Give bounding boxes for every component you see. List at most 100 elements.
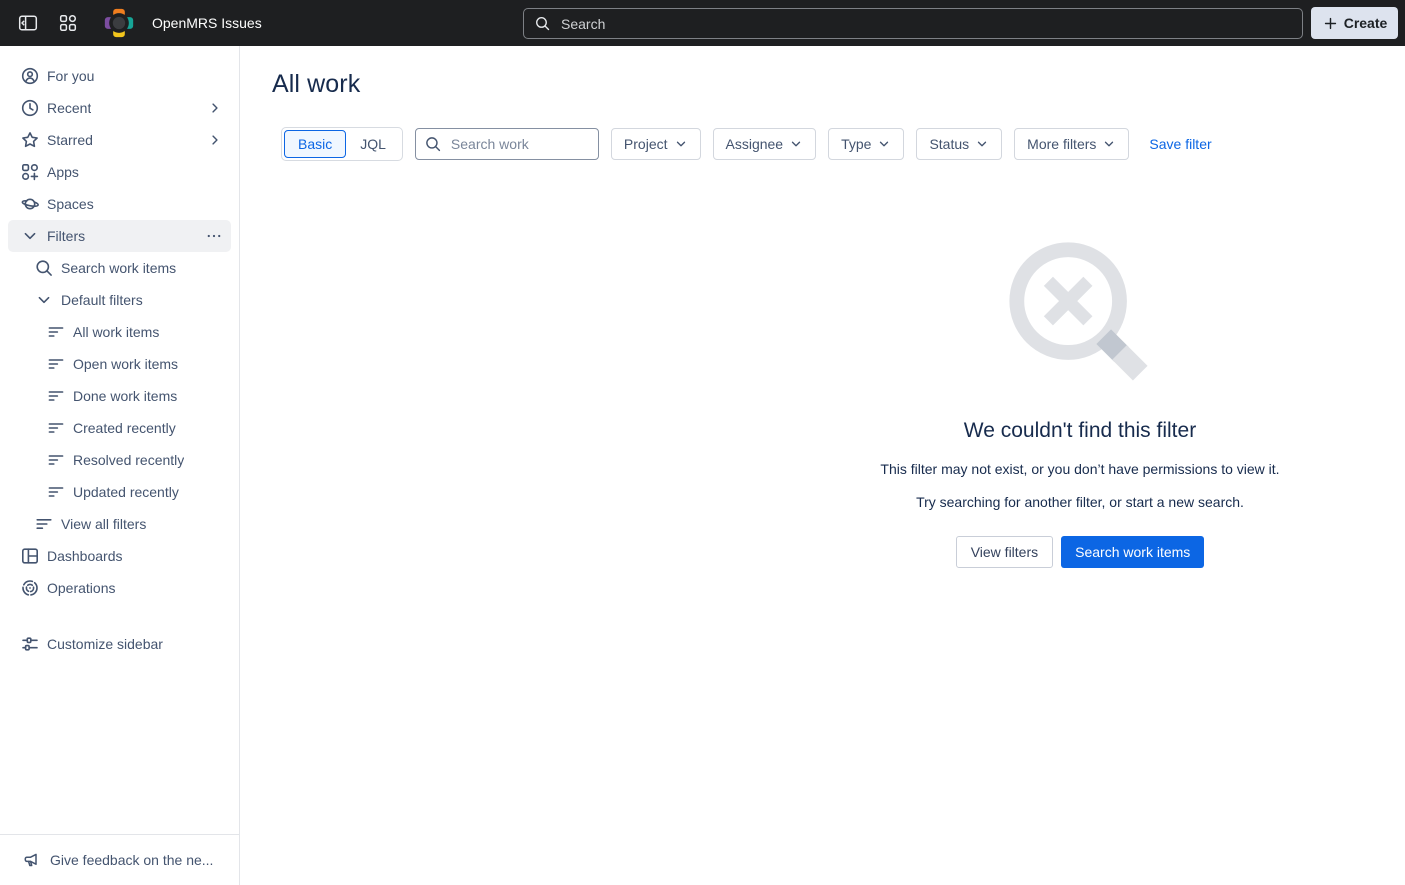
sidebar-item-label: Updated recently: [73, 484, 179, 500]
sidebar-item-label: All work items: [73, 324, 159, 340]
assignee-dropdown[interactable]: Assignee: [713, 128, 817, 160]
filter-icon: [46, 450, 66, 470]
search-icon: [424, 135, 442, 153]
dropdown-label: Status: [929, 136, 969, 152]
page-title: All work: [272, 70, 360, 99]
global-search-input[interactable]: [559, 15, 1292, 33]
sidebar: For you Recent Starred Apps Spaces Filters Sea…: [0, 46, 240, 885]
sidebar-item-default-filters[interactable]: Default filters: [8, 284, 231, 316]
collapse-sidebar-icon[interactable]: [12, 7, 44, 39]
sidebar-item-apps[interactable]: Apps: [8, 156, 231, 188]
sidebar-item-recent[interactable]: Recent: [8, 92, 231, 124]
search-icon: [534, 15, 551, 32]
filter-icon: [46, 386, 66, 406]
sidebar-item-filters[interactable]: Filters: [8, 220, 231, 252]
sidebar-item-label: Starred: [47, 132, 93, 148]
sidebar-item-label: Done work items: [73, 388, 177, 404]
sidebar-item-resolved-recently[interactable]: Resolved recently: [8, 444, 231, 476]
global-search-box[interactable]: [523, 8, 1303, 39]
more-filters-dropdown[interactable]: More filters: [1014, 128, 1129, 160]
clock-icon: [20, 98, 40, 118]
empty-state: We couldn't find this filter This filter…: [753, 230, 1405, 568]
sidebar-item-label: View all filters: [61, 516, 146, 532]
sidebar-item-all-work-items[interactable]: All work items: [8, 316, 231, 348]
filter-dropdown-group: Project Assignee Type Status More filters: [611, 128, 1129, 160]
chevron-right-icon: [207, 132, 231, 148]
search-mode-toggle: Basic JQL: [281, 127, 403, 161]
project-dropdown[interactable]: Project: [611, 128, 701, 160]
chevron-down-icon: [877, 137, 891, 151]
sidebar-item-spaces[interactable]: Spaces: [8, 188, 231, 220]
apps-icon: [20, 162, 40, 182]
search-not-found-icon: [1001, 230, 1159, 388]
meatballs-icon[interactable]: [205, 227, 231, 245]
save-filter-link[interactable]: Save filter: [1145, 136, 1215, 152]
dropdown-label: More filters: [1027, 136, 1096, 152]
sidebar-item-label: Customize sidebar: [47, 636, 163, 652]
person-icon: [20, 66, 40, 86]
empty-state-title: We couldn't find this filter: [753, 419, 1405, 443]
sliders-icon: [20, 634, 40, 654]
sidebar-item-label: Resolved recently: [73, 452, 184, 468]
openmrs-logo-icon[interactable]: [104, 8, 134, 38]
sidebar-item-done-work-items[interactable]: Done work items: [8, 380, 231, 412]
sidebar-item-label: Dashboards: [47, 548, 123, 564]
work-search-box[interactable]: [415, 128, 599, 160]
chevron-down-icon: [674, 137, 688, 151]
sidebar-item-label: Recent: [47, 100, 91, 116]
sidebar-item-operations[interactable]: Operations: [8, 572, 231, 604]
sidebar-item-customize-sidebar[interactable]: Customize sidebar: [8, 628, 231, 660]
sidebar-item-label: Spaces: [47, 196, 94, 212]
tab-jql[interactable]: JQL: [346, 130, 400, 158]
chevron-down-icon: [20, 226, 40, 246]
give-feedback-label: Give feedback on the ne...: [50, 852, 213, 868]
sidebar-item-for-you[interactable]: For you: [8, 60, 231, 92]
filter-icon: [46, 418, 66, 438]
sidebar-item-label: Created recently: [73, 420, 176, 436]
dashboards-icon: [20, 546, 40, 566]
sidebar-item-label: For you: [47, 68, 94, 84]
filter-icon: [46, 322, 66, 342]
sidebar-item-label: Open work items: [73, 356, 178, 372]
filter-lines-icon: [34, 514, 54, 534]
sidebar-item-starred[interactable]: Starred: [8, 124, 231, 156]
empty-state-line1: This filter may not exist, or you don’t …: [753, 461, 1405, 477]
give-feedback-button[interactable]: Give feedback on the ne...: [0, 834, 239, 885]
sidebar-item-label: Search work items: [61, 260, 176, 276]
tab-basic[interactable]: Basic: [284, 130, 346, 158]
sidebar-item-created-recently[interactable]: Created recently: [8, 412, 231, 444]
type-dropdown[interactable]: Type: [828, 128, 904, 160]
search-icon: [34, 258, 54, 278]
plus-icon: [1322, 15, 1339, 32]
work-search-input[interactable]: [449, 135, 590, 153]
megaphone-icon: [22, 850, 42, 870]
view-filters-button[interactable]: View filters: [956, 536, 1053, 568]
filter-icon: [46, 482, 66, 502]
sidebar-item-label: Operations: [47, 580, 115, 596]
create-button-label: Create: [1344, 15, 1388, 31]
dropdown-label: Project: [624, 136, 668, 152]
status-dropdown[interactable]: Status: [916, 128, 1002, 160]
filter-toolbar: Basic JQL Project Assignee Type Status More …: [281, 127, 1216, 161]
star-icon: [20, 130, 40, 150]
create-button[interactable]: Create: [1311, 7, 1398, 39]
sidebar-item-open-work-items[interactable]: Open work items: [8, 348, 231, 380]
sidebar-item-updated-recently[interactable]: Updated recently: [8, 476, 231, 508]
top-navigation-bar: OpenMRS Issues Create: [0, 0, 1405, 46]
dropdown-label: Assignee: [726, 136, 784, 152]
empty-state-actions: View filters Search work items: [753, 536, 1405, 568]
sidebar-item-dashboards[interactable]: Dashboards: [8, 540, 231, 572]
sidebar-item-view-all-filters[interactable]: View all filters: [8, 508, 231, 540]
filter-icon: [46, 354, 66, 374]
chevron-down-icon: [34, 290, 54, 310]
operations-icon: [20, 578, 40, 598]
search-work-items-button[interactable]: Search work items: [1061, 536, 1204, 568]
empty-state-line2: Try searching for another filter, or sta…: [753, 494, 1405, 510]
app-title: OpenMRS Issues: [152, 15, 262, 31]
sidebar-item-label: Filters: [47, 228, 85, 244]
sidebar-item-label: Apps: [47, 164, 79, 180]
topbar-left-group: OpenMRS Issues: [0, 7, 262, 39]
chevron-down-icon: [1102, 137, 1116, 151]
sidebar-item-search-work-items[interactable]: Search work items: [8, 252, 231, 284]
app-switcher-icon[interactable]: [52, 7, 84, 39]
